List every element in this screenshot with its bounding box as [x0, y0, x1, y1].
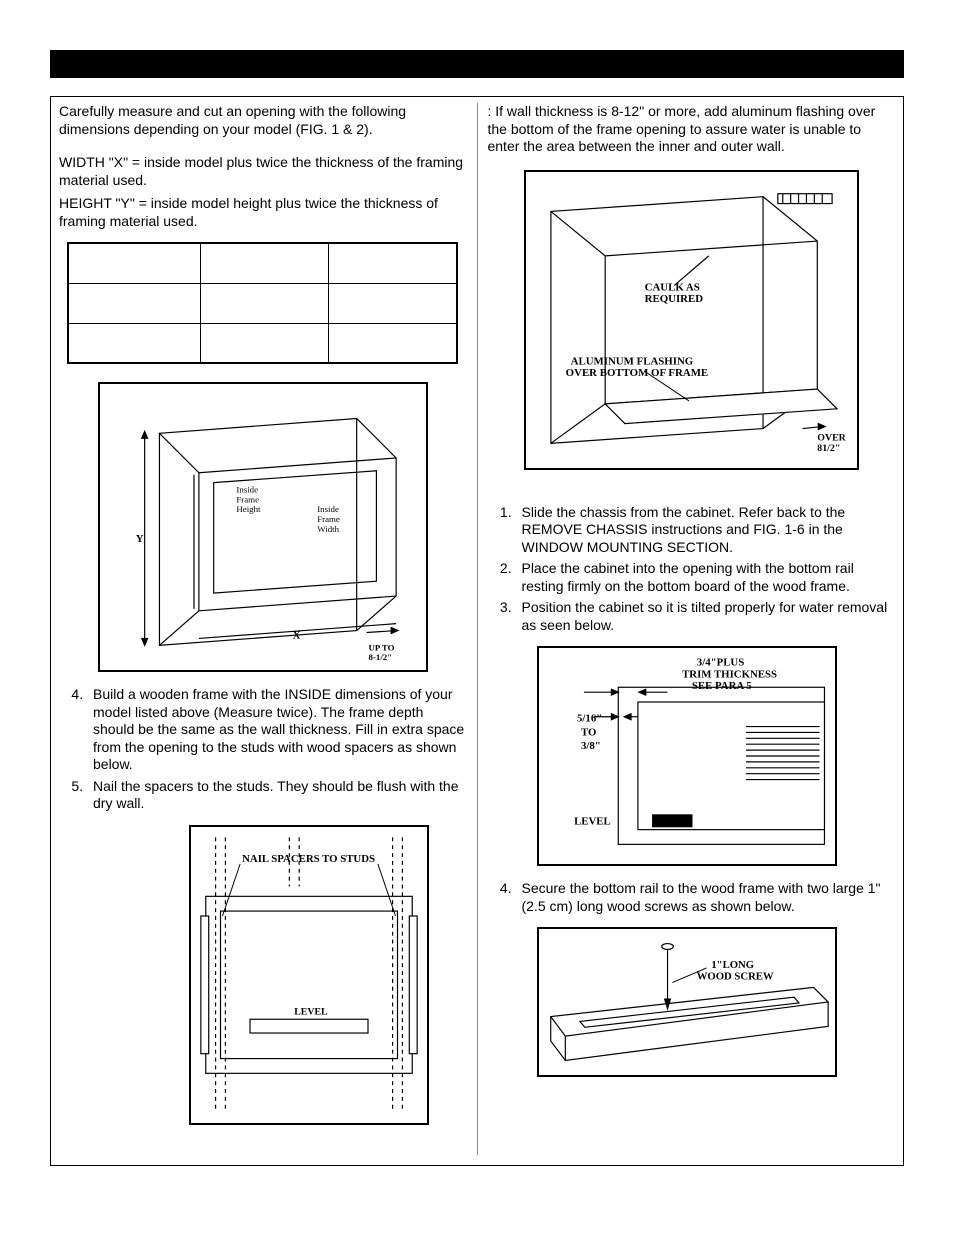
figure-tilt-level: 3/4"PLUSTRIM THICKNESSSEE PARA 5 5/16"TO…	[537, 646, 837, 866]
figure-aluminum-flashing: CAULK ASREQUIRED ALUMINUM FLASHINGOVER B…	[524, 170, 859, 470]
step-4: Build a wooden frame with the INSIDE dim…	[87, 686, 467, 774]
right-steps-a: Slide the chassis from the cabinet. Refe…	[487, 504, 895, 639]
section-header-bar	[50, 50, 904, 78]
svg-text:InsideFrameHeight: InsideFrameHeight	[236, 484, 261, 514]
r-step-4: Secure the bottom rail to the wood frame…	[515, 880, 895, 915]
svg-text:Y: Y	[136, 533, 144, 545]
width-def: WIDTH "X" = inside model plus twice the …	[59, 154, 467, 189]
column-divider	[477, 103, 478, 1155]
r-step-3: Position the cabinet so it is tilted pro…	[515, 599, 895, 634]
svg-text:X: X	[292, 629, 300, 641]
r-step-2: Place the cabinet into the opening with …	[515, 560, 895, 595]
r-step-1: Slide the chassis from the cabinet. Refe…	[515, 504, 895, 557]
dimensions-table	[67, 242, 458, 364]
intro-measure: Carefully measure and cut an opening wit…	[59, 103, 467, 138]
height-def: HEIGHT "Y" = inside model height plus tw…	[59, 195, 467, 230]
step-5: Nail the spacers to the studs. They shou…	[87, 778, 467, 813]
svg-text:NAIL SPACERS TO STUDS: NAIL SPACERS TO STUDS	[242, 852, 375, 864]
figure-nail-spacers: NAIL SPACERS TO STUDS LEVEL	[189, 825, 429, 1125]
flashing-note: : If wall thickness is 8-12" or more, ad…	[487, 103, 895, 156]
svg-text:LEVEL: LEVEL	[575, 816, 612, 828]
svg-text:OVER81/2": OVER81/2"	[817, 432, 846, 454]
svg-text:1"LONGWOOD SCREW: 1"LONGWOOD SCREW	[697, 959, 774, 983]
right-column: : If wall thickness is 8-12" or more, ad…	[487, 103, 895, 1155]
svg-text:UP TO8-1/2": UP TO8-1/2"	[368, 642, 394, 662]
right-steps-b: Secure the bottom rail to the wood frame…	[487, 880, 895, 919]
figure-frame-isometric: Y X InsideFrameHeight InsideFrameWidth U…	[98, 382, 428, 672]
left-column: Carefully measure and cut an opening wit…	[59, 103, 467, 1155]
svg-text:LEVEL: LEVEL	[294, 1006, 328, 1017]
content-box: Carefully measure and cut an opening wit…	[50, 96, 904, 1166]
svg-text:ALUMINUM FLASHINGOVER BOTTOM O: ALUMINUM FLASHINGOVER BOTTOM OF FRAME	[565, 355, 707, 379]
svg-text:InsideFrameWidth: InsideFrameWidth	[317, 504, 340, 534]
svg-text:5/16"TO3/8": 5/16"TO3/8"	[578, 713, 603, 752]
svg-text:CAULK ASREQUIRED: CAULK ASREQUIRED	[644, 281, 703, 305]
figure-wood-screw: 1"LONGWOOD SCREW	[537, 927, 837, 1077]
left-steps: Build a wooden frame with the INSIDE dim…	[59, 686, 467, 817]
